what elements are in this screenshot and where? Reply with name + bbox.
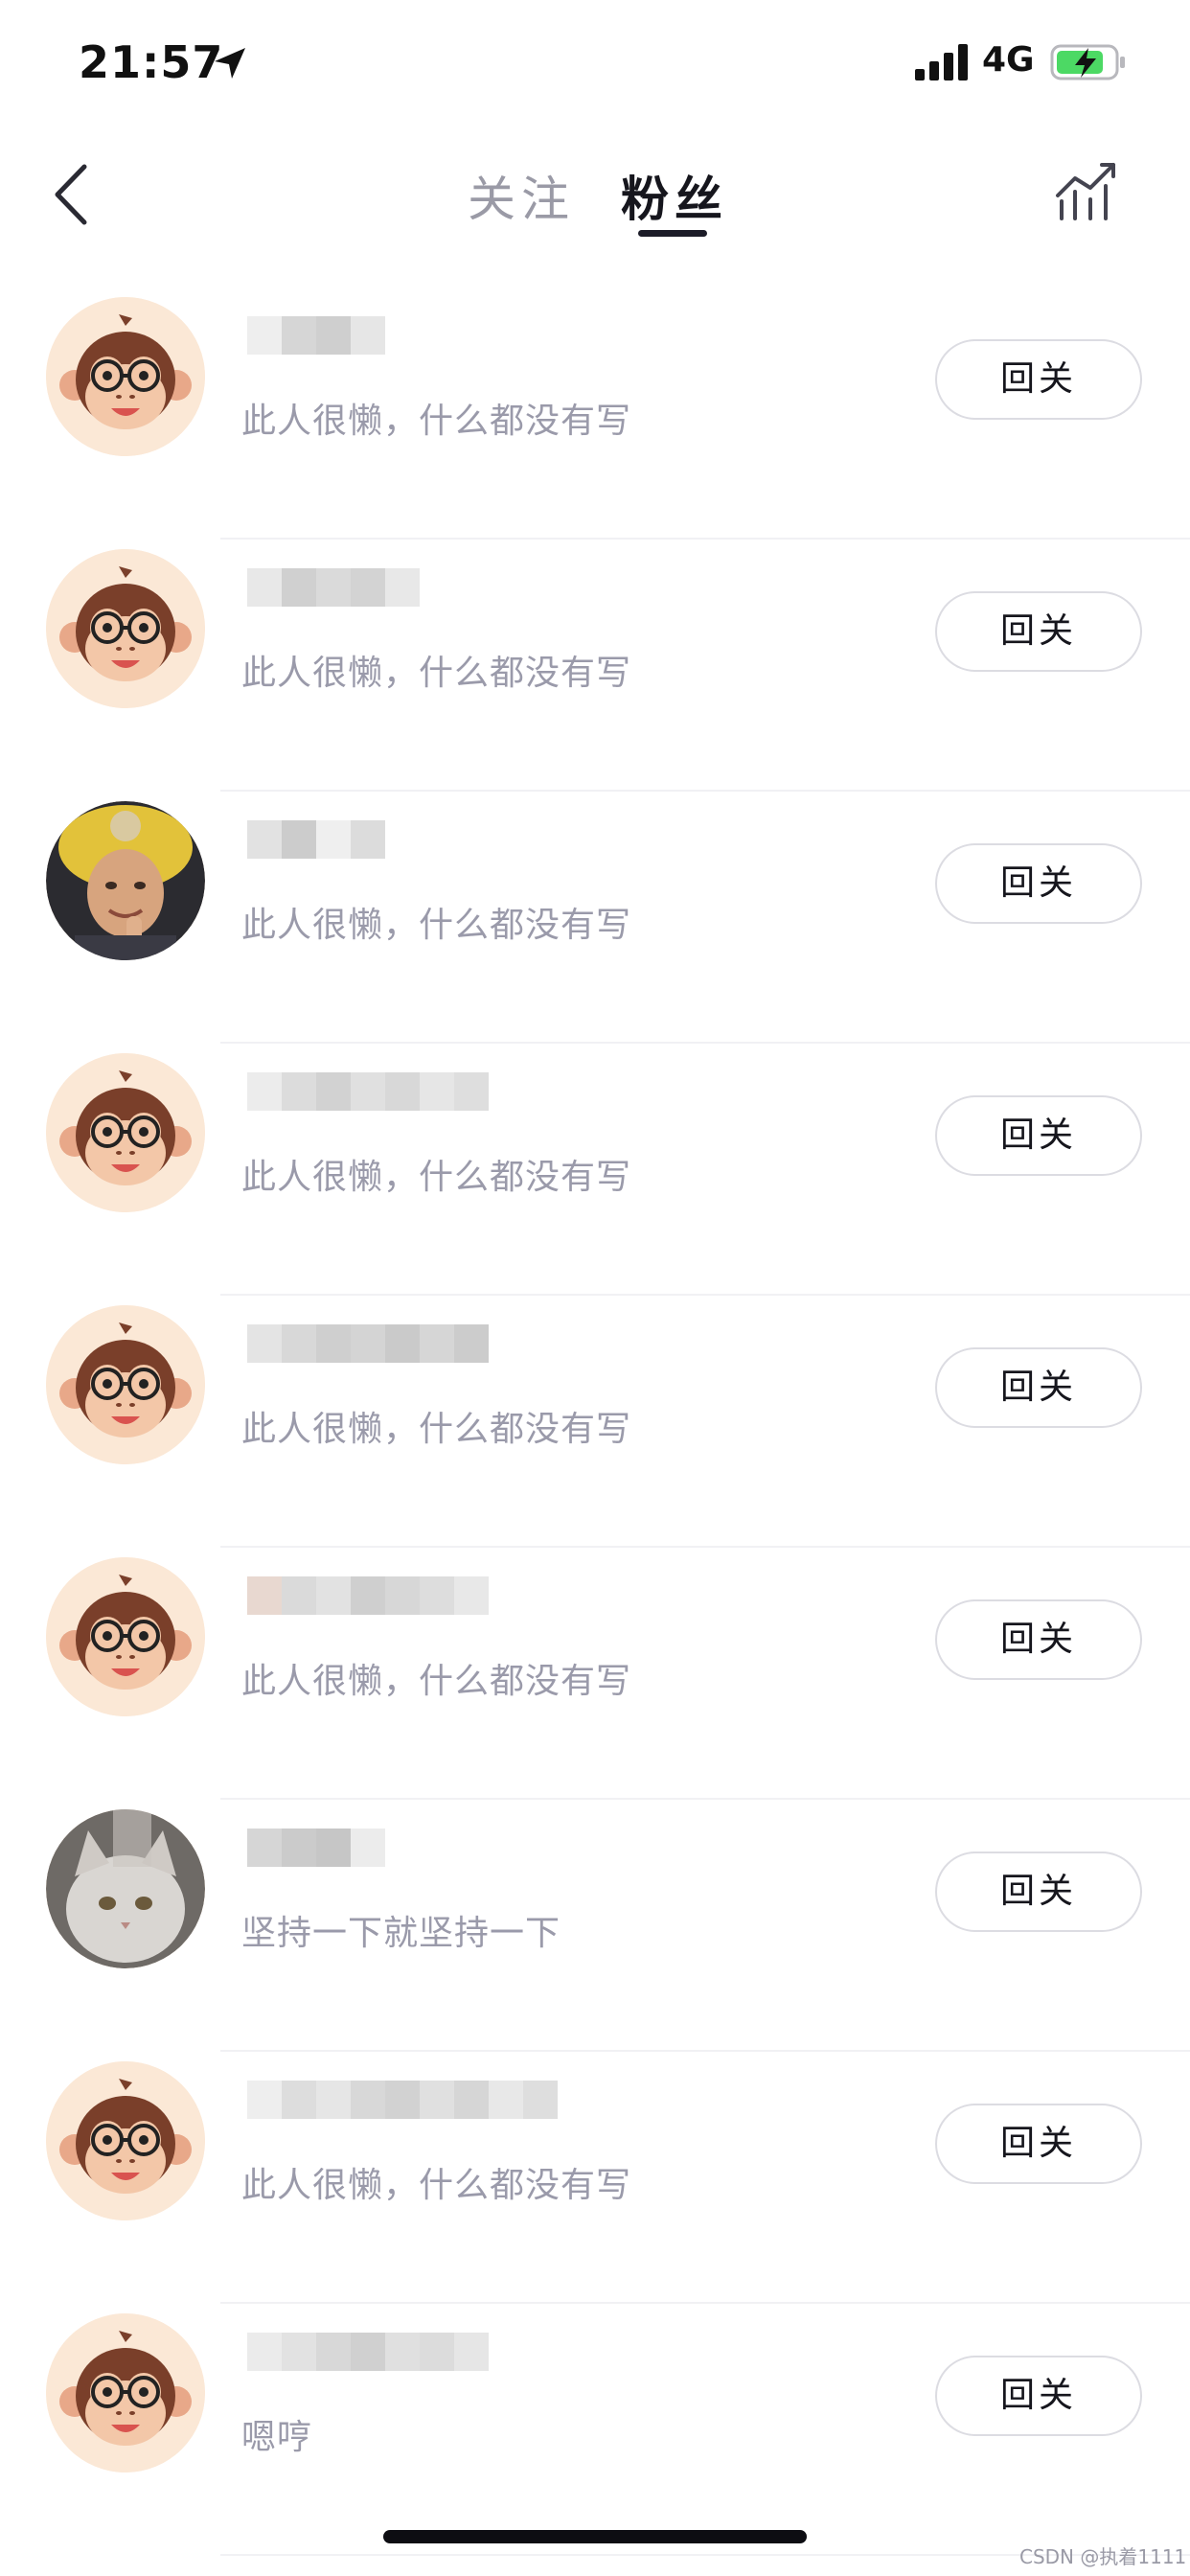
list-item[interactable]: 此人很懒，什么都没有写 回关	[0, 2052, 1190, 2304]
follow-back-button[interactable]: 回关	[935, 843, 1142, 924]
cat-photo-avatar-icon	[46, 1809, 205, 1968]
username-blurred	[247, 2081, 558, 2119]
bio-text: 此人很懒，什么都没有写	[241, 402, 632, 441]
username-blurred	[247, 2333, 489, 2371]
monkey-avatar-icon	[46, 549, 205, 708]
follow-back-button[interactable]: 回关	[935, 591, 1142, 672]
username-blurred	[247, 820, 385, 859]
monkey-avatar-icon	[46, 1557, 205, 1716]
watermark: CSDN @执着1111	[1019, 2545, 1187, 2568]
follow-back-button[interactable]: 回关	[935, 1347, 1142, 1428]
username-blurred	[247, 316, 385, 355]
monkey-avatar-icon	[46, 1305, 205, 1464]
follow-back-button[interactable]: 回关	[935, 1095, 1142, 1176]
bio-text: 此人很懒，什么都没有写	[241, 1662, 632, 1701]
cellular-signal-icon	[915, 44, 968, 80]
monkey-avatar-icon	[46, 297, 205, 456]
avatar[interactable]	[46, 1809, 205, 1968]
chevron-left-icon[interactable]	[50, 161, 92, 228]
avatar[interactable]	[46, 549, 205, 708]
home-indicator[interactable]	[383, 2530, 807, 2543]
list-item[interactable]: 此人很懒，什么都没有写 回关	[0, 540, 1190, 792]
photo-avatar-icon	[46, 801, 205, 960]
monkey-avatar-icon	[46, 2313, 205, 2472]
status-time: 21:57	[79, 36, 224, 88]
bio-text: 此人很懒，什么都没有写	[241, 906, 632, 945]
bio-text: 嗯哼	[241, 2418, 313, 2457]
active-tab-indicator	[638, 230, 707, 237]
battery-charging-icon	[1050, 44, 1125, 80]
follow-back-button[interactable]: 回关	[935, 2104, 1142, 2184]
follow-back-button[interactable]: 回关	[935, 1599, 1142, 1680]
list-item[interactable]: 坚持一下就坚持一下 回关	[0, 1800, 1190, 2052]
follower-list: 此人很懒，什么都没有写 回关 此人很懒，什么都没有写 回关 此人很懒，什么都没有…	[0, 288, 1190, 2556]
avatar[interactable]	[46, 297, 205, 456]
follow-back-button[interactable]: 回关	[935, 339, 1142, 420]
avatar[interactable]	[46, 1053, 205, 1212]
avatar[interactable]	[46, 2061, 205, 2220]
monkey-avatar-icon	[46, 2061, 205, 2220]
follow-back-button[interactable]: 回关	[935, 1852, 1142, 1932]
list-item[interactable]: 此人很懒，什么都没有写 回关	[0, 1044, 1190, 1296]
username-blurred	[247, 1828, 385, 1867]
username-blurred	[247, 1576, 489, 1615]
avatar[interactable]	[46, 801, 205, 960]
avatar[interactable]	[46, 2313, 205, 2472]
list-item[interactable]: 此人很懒，什么都没有写 回关	[0, 1548, 1190, 1800]
bio-text: 坚持一下就坚持一下	[241, 1914, 561, 1953]
avatar[interactable]	[46, 1557, 205, 1716]
follow-back-button[interactable]: 回关	[935, 2356, 1142, 2436]
tab-following[interactable]: 关注	[468, 161, 575, 230]
top-nav: 关注 粉丝	[0, 134, 1190, 268]
list-item[interactable]: 嗯哼 回关	[0, 2304, 1190, 2556]
username-blurred	[247, 1324, 489, 1363]
bio-text: 此人很懒，什么都没有写	[241, 1158, 632, 1197]
monkey-avatar-icon	[46, 1053, 205, 1212]
username-blurred	[247, 1072, 489, 1111]
tab-fans[interactable]: 粉丝	[621, 161, 728, 230]
location-arrow-icon	[215, 48, 245, 79]
bio-text: 此人很懒，什么都没有写	[241, 1410, 632, 1449]
network-type: 4G	[982, 40, 1035, 80]
username-blurred	[247, 568, 420, 607]
chart-trend-icon[interactable]	[1052, 157, 1119, 224]
bio-text: 此人很懒，什么都没有写	[241, 2166, 632, 2205]
list-item[interactable]: 此人很懒，什么都没有写 回关	[0, 1296, 1190, 1548]
list-item[interactable]: 此人很懒，什么都没有写 回关	[0, 288, 1190, 540]
avatar[interactable]	[46, 1305, 205, 1464]
status-bar: 21:57 4G	[0, 0, 1190, 134]
list-item[interactable]: 此人很懒，什么都没有写 回关	[0, 792, 1190, 1044]
bio-text: 此人很懒，什么都没有写	[241, 654, 632, 693]
